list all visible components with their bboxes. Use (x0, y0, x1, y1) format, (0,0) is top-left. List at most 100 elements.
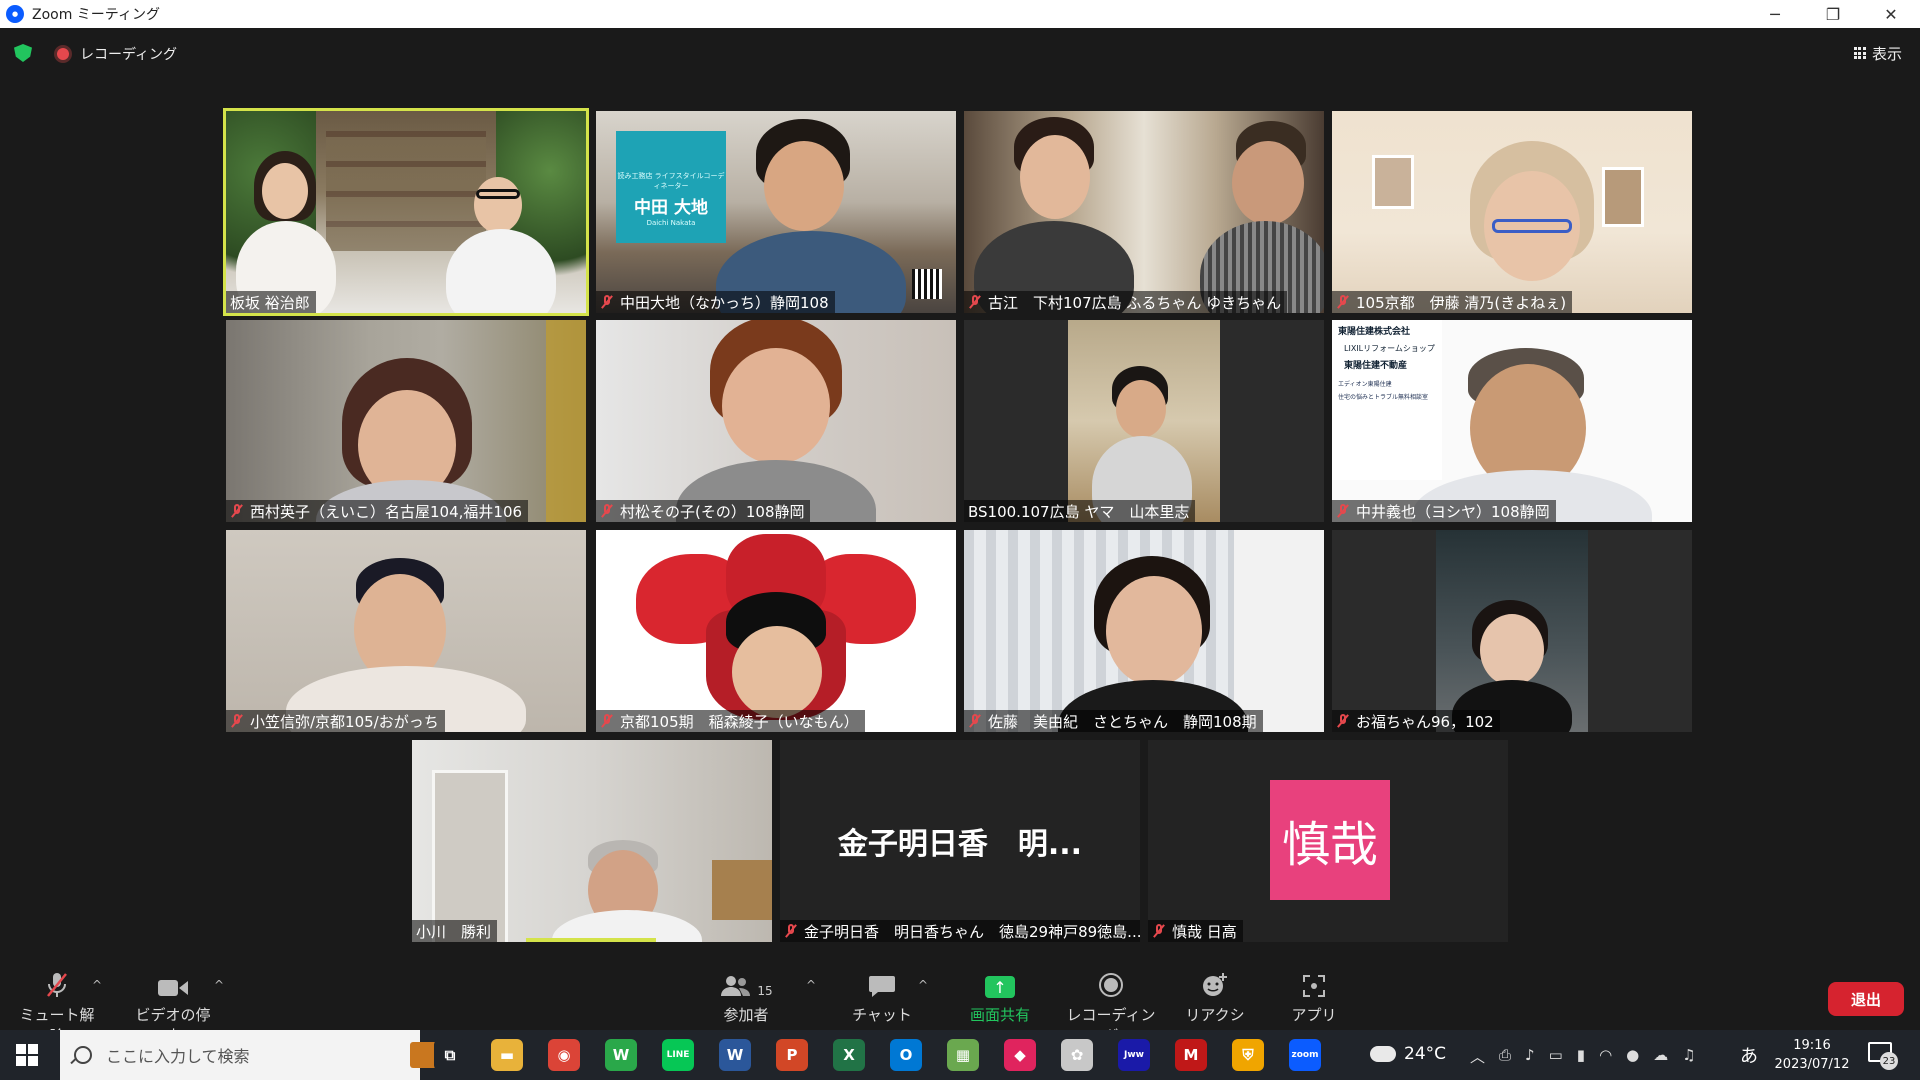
participant-name: 小笠信弥/京都105/おがっち (226, 710, 445, 732)
taskbar-chrome-icon[interactable]: ◉ (548, 1039, 580, 1071)
name-sign: 読み工務店 ライフスタイルコーディネーター 中田 大地 Daichi Nakat… (616, 131, 726, 243)
tray-chevron-icon[interactable]: ︿ (1470, 1046, 1485, 1067)
muted-mic-icon (968, 714, 982, 728)
search-placeholder: ここに入力して検索 (106, 1047, 250, 1066)
muted-mic-icon (1336, 295, 1350, 309)
close-button[interactable]: ✕ (1862, 0, 1920, 28)
wifi-icon[interactable]: ◠ (1599, 1046, 1612, 1067)
video-tile[interactable]: 佐藤 美由紀 さとちゃん 静岡108期 (964, 530, 1324, 732)
ime-indicator[interactable]: あ (1740, 1042, 1758, 1068)
taskbar-line-icon[interactable]: LINE (662, 1039, 694, 1071)
minimize-button[interactable]: ─ (1746, 0, 1804, 28)
video-tile[interactable]: お福ちゃん96，102 (1332, 530, 1692, 732)
participant-name: 板坂 裕治郎 (226, 291, 316, 313)
volume-icon[interactable]: ♫ (1682, 1046, 1695, 1067)
chat-bubble-icon (852, 970, 912, 998)
taskbar-task-view-icon[interactable]: ⧉ (434, 1039, 466, 1071)
video-options-caret[interactable]: ^ (214, 978, 224, 992)
participants-icon: 15 (716, 970, 776, 998)
audio-options-caret[interactable]: ^ (92, 978, 102, 992)
zoom-logo-icon: ● (6, 5, 24, 23)
qr-code (912, 269, 942, 299)
video-tile[interactable]: 京都105期 稲森綾子（いなもん） (596, 530, 956, 732)
recording-dot-icon (57, 48, 69, 60)
taskbar-cube-app-icon[interactable]: ◆ (1004, 1039, 1036, 1071)
window-title: Zoom ミーティング (32, 7, 160, 23)
video-tile[interactable]: 板坂 裕治郎 (223, 108, 589, 316)
taskbar-outlook-icon[interactable]: O (890, 1039, 922, 1071)
participant-name: 古江 下村107広島 ふるちゃん ゆきちゃん (964, 291, 1288, 313)
microphone-tray-icon[interactable]: ♪ (1525, 1046, 1535, 1067)
participants-button[interactable]: 15 参加者 (716, 970, 776, 1025)
company-banner: 東陽住建株式会社 LIXILリフォームショップ 東陽住建不動産 エディオン東陽住… (1332, 320, 1442, 480)
video-tile[interactable]: 東陽住建株式会社 LIXILリフォームショップ 東陽住建不動産 エディオン東陽住… (1332, 320, 1692, 522)
apps-icon (1288, 970, 1340, 998)
apps-button[interactable]: アプリ (1288, 970, 1340, 1025)
video-tile[interactable]: 西村英子（えいこ）名古屋104,福井106 (226, 320, 586, 522)
windows-start-icon[interactable] (16, 1044, 38, 1066)
participant-name: BS100.107広島 ヤマ 山本里志 (964, 500, 1196, 522)
recording-label[interactable]: レコーディング (80, 44, 177, 64)
leave-meeting-button[interactable]: 退出 (1828, 982, 1904, 1016)
video-tile[interactable]: 105京都 伊藤 清乃(きよねぇ) (1332, 111, 1692, 313)
onedrive-cloud-icon[interactable]: ☁ (1653, 1046, 1668, 1067)
meeting-toolbar: ミュート解除 ^ ビデオの停止 ^ 15 参加者 ^ チャット ^ ↑ 画面共有… (0, 960, 1920, 1045)
notification-center-button[interactable]: 23 (1868, 1042, 1898, 1070)
participant-name: 慎哉 日高 (1148, 920, 1243, 942)
notification-count: 23 (1880, 1052, 1898, 1070)
view-button[interactable]: 表示 (1853, 40, 1902, 66)
chat-button[interactable]: チャット (852, 970, 912, 1025)
weather-widget[interactable]: 24°C (1364, 1038, 1446, 1064)
video-tile[interactable]: 金子明日香 明... 金子明日香 明日香ちゃん 徳島29神戸89徳島... (780, 740, 1140, 942)
taskbar-word-online-icon[interactable]: W (605, 1039, 637, 1071)
taskbar-shield-app-icon[interactable]: ⛨ (1232, 1039, 1264, 1071)
video-tile[interactable]: 古江 下村107広島 ふるちゃん ゆきちゃん (964, 111, 1324, 313)
taskbar-mcafee-icon[interactable]: M (1175, 1039, 1207, 1071)
emoji-plus-icon (1178, 970, 1252, 998)
taskbar-jww-icon[interactable]: Jww (1118, 1039, 1150, 1071)
participants-options-caret[interactable]: ^ (806, 978, 816, 992)
taskbar-excel-icon[interactable]: X (833, 1039, 865, 1071)
muted-mic-icon (600, 295, 614, 309)
security-shield-icon[interactable] (14, 44, 32, 62)
taskbar-clock[interactable]: 19:16 2023/07/12 (1772, 1036, 1852, 1074)
video-tile[interactable]: 慎哉 慎哉 日高 (1148, 740, 1508, 942)
muted-mic-icon (968, 295, 982, 309)
battery-icon[interactable]: ▮ (1577, 1046, 1585, 1067)
video-tile[interactable]: 村松その子(その）108静岡 (596, 320, 956, 522)
participant-display-name: 金子明日香 明... (837, 827, 1083, 862)
muted-mic-icon (1336, 714, 1350, 728)
taskbar-powerpoint-icon[interactable]: P (776, 1039, 808, 1071)
muted-mic-icon (16, 970, 98, 998)
participants-count: 15 (757, 984, 773, 998)
record-icon (1066, 970, 1156, 998)
muted-mic-icon (600, 504, 614, 518)
restore-button[interactable]: ❐ (1804, 0, 1862, 28)
system-tray: ︿ ⎙ ♪ ▭ ▮ ◠ ● ☁ ♫ (1470, 1046, 1696, 1067)
meeting-topbar: レコーディング 表示 (0, 28, 1920, 76)
display-tray-icon[interactable]: ▭ (1549, 1046, 1563, 1067)
muted-mic-icon (600, 714, 614, 728)
taskbar-maps-icon[interactable]: ▦ (947, 1039, 979, 1071)
taskbar-zoom-icon[interactable]: zoom (1289, 1039, 1321, 1071)
taskbar-file-explorer-icon[interactable]: ▬ (491, 1039, 523, 1071)
taskbar-word-icon[interactable]: W (719, 1039, 751, 1071)
muted-mic-icon (784, 924, 798, 938)
video-tile[interactable]: 小笠信弥/京都105/おがっち (226, 530, 586, 732)
share-screen-button[interactable]: ↑ 画面共有 (964, 970, 1036, 1025)
view-label: 表示 (1871, 44, 1902, 63)
windows-taskbar: ここに入力して検索 ⧉ ▬ ◉ W LINE W P X O ▦ ◆ ✿ Jww M ⛨ zoom 24°C … (0, 1030, 1920, 1080)
participant-name: 京都105期 稲森綾子（いなもん） (596, 710, 865, 732)
participant-name: お福ちゃん96，102 (1332, 710, 1500, 732)
video-tile[interactable]: 読み工務店 ライフスタイルコーディネーター 中田 大地 Daichi Nakat… (596, 111, 956, 313)
participant-avatar: 慎哉 (1270, 780, 1390, 900)
chat-options-caret[interactable]: ^ (918, 978, 928, 992)
participant-name: 中井義也（ヨシヤ）108静岡 (1332, 500, 1556, 522)
video-tile[interactable]: BS100.107広島 ヤマ 山本里志 (964, 320, 1324, 522)
video-tile[interactable]: 小川 勝利 (412, 740, 772, 942)
camera-tray-icon[interactable]: ⎙ (1499, 1046, 1511, 1067)
taskbar-bird-app-icon[interactable]: ✿ (1061, 1039, 1093, 1071)
taskbar-search-box[interactable]: ここに入力して検索 (60, 1030, 448, 1080)
security-tray-icon[interactable]: ● (1626, 1046, 1639, 1067)
muted-mic-icon (230, 714, 244, 728)
